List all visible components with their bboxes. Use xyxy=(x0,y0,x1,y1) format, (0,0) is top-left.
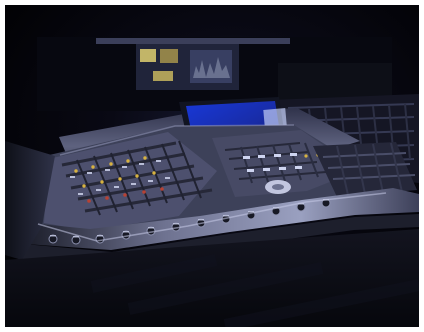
console-scene xyxy=(5,5,419,327)
photo-frame xyxy=(0,0,424,332)
mixing-console-photo xyxy=(5,5,419,327)
